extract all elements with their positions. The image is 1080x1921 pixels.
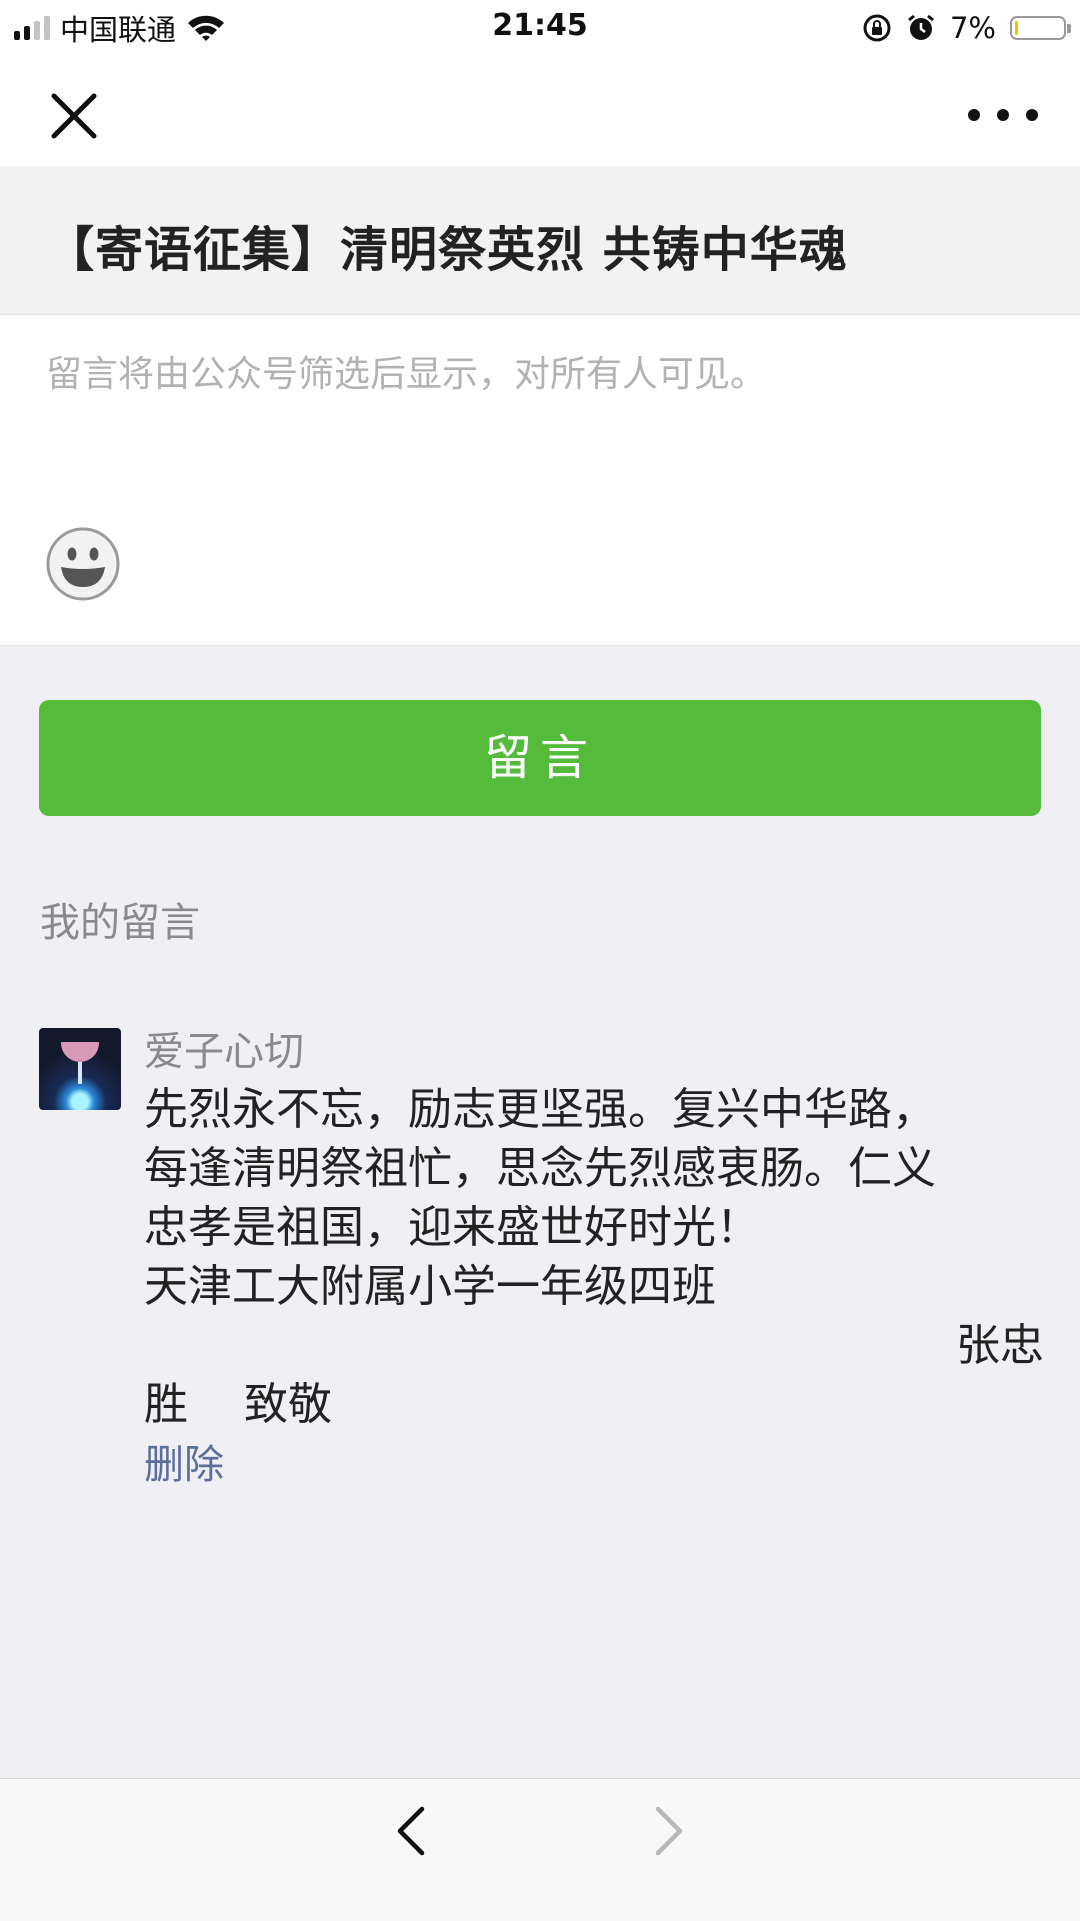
comment-signature-left: 胜 致敬 xyxy=(144,1379,332,1430)
article-title-bar: 【寄语征集】清明祭英烈 共铸中华魂 xyxy=(0,166,1080,315)
bottom-toolbar xyxy=(0,1778,1080,1921)
close-icon[interactable] xyxy=(46,88,102,144)
emoji-smile-icon[interactable] xyxy=(46,527,120,601)
submit-comment-button[interactable]: 留言 xyxy=(39,700,1041,816)
comment-placeholder: 留言将由公众号筛选后显示，对所有人可见。 xyxy=(46,354,767,395)
comment-body: 爱子心切 先烈永不忘，励志更坚强。复兴中华路， 每逢清明祭祖忙，思念先烈感衷肠。… xyxy=(144,1028,1044,1490)
avatar[interactable] xyxy=(39,1028,121,1110)
more-dots-icon[interactable] xyxy=(968,100,1038,130)
alarm-icon xyxy=(908,14,934,40)
status-bar-right: 7% xyxy=(862,8,1071,48)
chevron-left-icon[interactable] xyxy=(388,1801,434,1861)
comment-signature-right: 张忠 xyxy=(956,1320,1044,1371)
my-comments-label: 我的留言 xyxy=(40,900,200,946)
page-title: 【寄语征集】清明祭英烈 共铸中华魂 xyxy=(46,222,848,278)
status-bar: 中国联通 21:45 7% xyxy=(0,0,1080,56)
comment-line: 天津工大附属小学一年级四班 xyxy=(144,1261,716,1312)
battery-percent: 7% xyxy=(949,11,996,45)
comment-line: 忠孝是祖国，迎来盛世好时光！ xyxy=(144,1202,760,1253)
comment-text: 先烈永不忘，励志更坚强。复兴中华路， 每逢清明祭祖忙，思念先烈感衷肠。仁义 忠孝… xyxy=(144,1080,1044,1434)
battery-level xyxy=(1015,21,1018,35)
delete-comment-link[interactable]: 删除 xyxy=(144,1440,1044,1490)
battery-icon xyxy=(1010,16,1071,40)
comment-line: 每逢清明祭祖忙，思念先烈感衷肠。仁义 xyxy=(144,1143,936,1194)
rotation-lock-icon xyxy=(863,14,891,42)
comment-input[interactable]: 留言将由公众号筛选后显示，对所有人可见。 xyxy=(0,315,1080,646)
comment-nickname: 爱子心切 xyxy=(144,1029,304,1075)
comment-line: 先烈永不忘，励志更坚强。复兴中华路， xyxy=(144,1084,936,1135)
chevron-right-icon[interactable] xyxy=(646,1801,692,1861)
nav-bar xyxy=(0,56,1080,166)
